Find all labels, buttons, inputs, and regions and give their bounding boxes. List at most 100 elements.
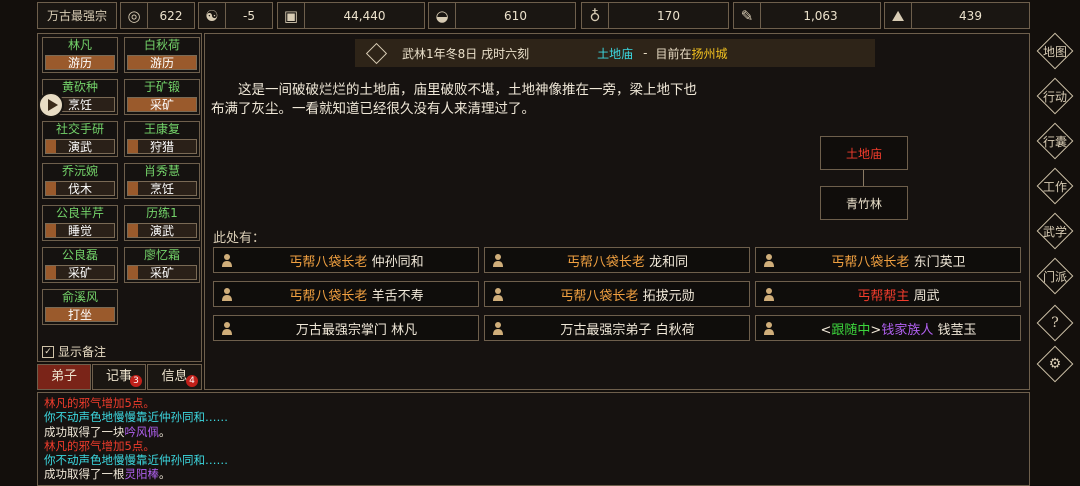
npc-name: 白秋荷 xyxy=(655,322,695,338)
tab-disciples[interactable]: 弟子 xyxy=(37,364,91,390)
disciple-card[interactable]: 社交手研 演武 xyxy=(42,121,118,157)
log-line: 林凡的邪气增加5点。 xyxy=(44,396,1023,410)
show-notes-checkbox[interactable]: ✓ 显示备注 xyxy=(42,343,106,360)
disciple-card[interactable]: 于矿锻 采矿 xyxy=(124,79,200,115)
npc-button[interactable]: 丐帮八袋长老 羊舌不寿 xyxy=(213,281,479,307)
person-icon xyxy=(219,286,235,302)
stat-box: ♁ 170 xyxy=(581,2,729,29)
disciple-card[interactable]: 乔沅婉 伐木 xyxy=(42,163,118,199)
menu-action-button[interactable]: 行动 xyxy=(1036,77,1074,115)
npc-name: 拓拔元勋 xyxy=(642,288,695,304)
stat-value: 1,063 xyxy=(803,8,838,23)
map-current-room[interactable]: 土地庙 xyxy=(820,136,908,170)
coin-icon: ◎ xyxy=(121,3,148,28)
npc-button[interactable]: 丐帮八袋长老 龙和同 xyxy=(484,247,750,273)
disciple-card[interactable]: 廖忆霜 采矿 xyxy=(124,247,200,283)
disciple-activity: 伐木 xyxy=(45,181,115,196)
activity-label: 伐木 xyxy=(67,182,92,196)
npc-title: 丐帮八袋长老 xyxy=(831,254,910,270)
food-bowl-icon: ◒ xyxy=(429,3,456,28)
map-connector xyxy=(863,170,864,186)
npc-text: 丐帮八袋长老 龙和同 xyxy=(506,251,749,270)
checkbox-checked-icon: ✓ xyxy=(42,345,54,358)
disciple-card[interactable]: 林凡 游历 xyxy=(42,37,118,73)
disciple-activity: 烹饪 xyxy=(127,181,197,196)
disciple-card[interactable]: 公良半芹 睡觉 xyxy=(42,205,118,241)
disciple-activity: 打坐 xyxy=(45,307,115,322)
notification-badge: 3 xyxy=(130,375,142,387)
npc-button[interactable]: 丐帮帮主 周武 xyxy=(755,281,1021,307)
menu-sect-button[interactable]: 门派 xyxy=(1036,257,1074,295)
npc-title: 丐帮八袋长老 xyxy=(289,254,368,270)
menu-work-button[interactable]: 工作 xyxy=(1036,167,1074,205)
tab-label: 记事 xyxy=(105,369,132,384)
map-current-label: 土地庙 xyxy=(845,146,882,161)
person-icon xyxy=(490,286,506,302)
menu-martial-button[interactable]: 武学 xyxy=(1036,212,1074,250)
npc-button-follower[interactable]: <跟随中>钱家族人 钱莹玉 xyxy=(755,315,1021,341)
play-icon xyxy=(47,99,58,111)
tab-notes[interactable]: 记事 3 xyxy=(92,364,146,390)
activity-label: 打坐 xyxy=(67,308,92,322)
npc-button[interactable]: 万古最强宗弟子 白秋荷 xyxy=(484,315,750,341)
stat-value: 610 xyxy=(504,8,527,23)
person-icon xyxy=(761,286,777,302)
activity-label: 演武 xyxy=(149,224,174,238)
log-text: 你不动声色地慢慢靠近仲孙同和…… xyxy=(44,453,228,468)
disciple-activity: 采矿 xyxy=(45,265,115,280)
activity-label: 狩猎 xyxy=(149,140,174,154)
tab-label: 信息 xyxy=(161,369,188,384)
menu-label: 行囊 xyxy=(1042,134,1067,149)
npc-name: 东门英卫 xyxy=(913,254,966,270)
person-icon xyxy=(490,320,506,336)
stat-value: 170 xyxy=(657,8,680,23)
npc-text: 丐帮八袋长老 拓拔元勋 xyxy=(506,285,749,304)
menu-label: 门派 xyxy=(1042,269,1067,284)
stat-box: ◎ 622 xyxy=(120,2,195,29)
person-icon xyxy=(219,252,235,268)
npc-name: 龙和同 xyxy=(649,254,689,270)
message-log[interactable]: 林凡的邪气增加5点。 你不动声色地慢慢靠近仲孙同和…… 成功取得了一块吟风佩。 林凡的… xyxy=(37,392,1030,486)
menu-help-button[interactable]: ? xyxy=(1036,304,1074,342)
disciple-card[interactable]: 公良磊 采矿 xyxy=(42,247,118,283)
person-icon xyxy=(761,252,777,268)
menu-settings-button[interactable]: ⚙ xyxy=(1036,345,1074,383)
npc-button[interactable]: 丐帮八袋长老 东门英卫 xyxy=(755,247,1021,273)
activity-progress-bar xyxy=(46,182,56,195)
npc-title: 丐帮八袋长老 xyxy=(560,288,639,304)
ore-icon: ⛰ xyxy=(885,3,912,28)
disciple-card[interactable]: 历练1 演武 xyxy=(124,205,200,241)
npc-text: 丐帮八袋长老 东门英卫 xyxy=(777,251,1020,270)
map-exit-room[interactable]: 青竹林 xyxy=(820,186,908,220)
npc-text: <跟随中>钱家族人 钱莹玉 xyxy=(777,319,1020,338)
npc-button[interactable]: 丐帮八袋长老 仲孙同和 xyxy=(213,247,479,273)
stat-box: ☯ -5 xyxy=(198,2,273,29)
disciple-activity: 游历 xyxy=(127,55,197,70)
disciple-card[interactable]: 王康复 狩猎 xyxy=(124,121,200,157)
disciple-card[interactable]: 白秋荷 游历 xyxy=(124,37,200,73)
play-button[interactable] xyxy=(38,92,64,118)
disciple-activity: 狩猎 xyxy=(127,139,197,154)
activity-progress-bar xyxy=(128,140,138,153)
npc-button[interactable]: 万古最强宗掌门 林凡 xyxy=(213,315,479,341)
activity-label: 演武 xyxy=(67,140,92,154)
disciple-card[interactable]: 俞溪风 打坐 xyxy=(42,289,118,325)
disciple-card[interactable]: 肖秀慧 烹饪 xyxy=(124,163,200,199)
activity-progress-bar xyxy=(46,224,56,237)
npc-title: 万古最强宗弟子 xyxy=(560,322,652,338)
disciple-name: 社交手研 xyxy=(55,122,104,136)
tab-info[interactable]: 信息 4 xyxy=(147,364,202,390)
menu-map-button[interactable]: 地图 xyxy=(1036,32,1074,70)
sect-name-box[interactable]: 万古最强宗 xyxy=(37,2,117,29)
npc-button[interactable]: 丐帮八袋长老 拓拔元勋 xyxy=(484,281,750,307)
stat-box: ⛰ 439 xyxy=(884,2,1030,29)
disciple-name: 白秋荷 xyxy=(143,38,180,52)
log-line: 成功取得了一根灵阳棒。 xyxy=(44,467,1023,481)
person-icon xyxy=(219,320,235,336)
disciple-activity: 游历 xyxy=(45,55,115,70)
stat-value: 622 xyxy=(159,8,183,23)
menu-bag-button[interactable]: 行囊 xyxy=(1036,122,1074,160)
scroll-icon: ✎ xyxy=(734,3,761,28)
activity-label: 睡觉 xyxy=(67,224,92,238)
disciple-name: 廖忆霜 xyxy=(143,248,180,262)
